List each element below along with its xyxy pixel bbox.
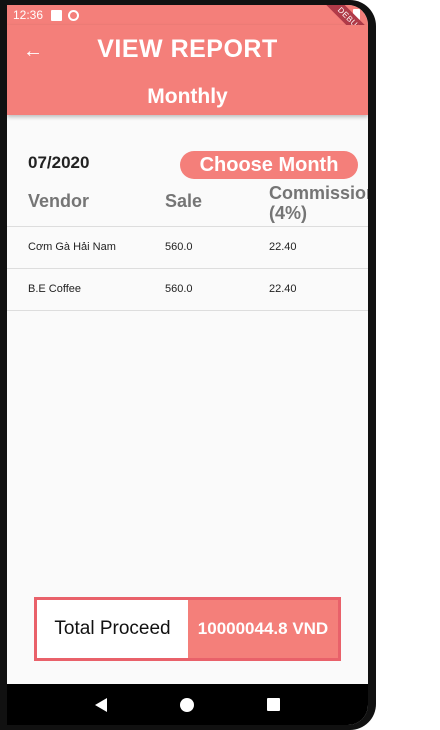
sd-card-icon [51, 9, 63, 21]
nav-back-icon[interactable] [95, 697, 108, 712]
app-screen: 12:36 DEBUG ← VIEW REPORT Monthly 07/202… [7, 5, 368, 725]
status-bar: 12:36 DEBUG [7, 5, 368, 54]
page-title: VIEW REPORT [97, 35, 278, 63]
table-row: B.E Coffee 560.0 22.40 [7, 269, 368, 311]
cell-vendor: Cơm Gà Hải Nam [28, 241, 116, 253]
cell-vendor: B.E Coffee [28, 283, 81, 295]
table-row: Cơm Gà Hải Nam 560.0 22.40 [7, 227, 368, 269]
nav-recents-icon[interactable] [266, 698, 280, 711]
page-subtitle: Monthly [147, 85, 228, 108]
report-table: Vendor Sale Commission (4%) Cơm Gà Hải N… [7, 183, 368, 311]
phone-frame: 12:36 DEBUG ← VIEW REPORT Monthly 07/202… [0, 0, 376, 730]
nav-home-icon[interactable] [179, 697, 194, 712]
total-proceed-label: Total Proceed [37, 600, 188, 658]
column-header-sale: Sale [165, 191, 203, 211]
choose-month-button[interactable]: Choose Month [180, 151, 358, 179]
cell-commission: 22.40 [269, 283, 297, 295]
month-selector: 07/2020 Choose Month [7, 145, 368, 185]
status-time: 12:36 [13, 8, 44, 22]
selected-month: 07/2020 [28, 153, 90, 172]
column-header-vendor: Vendor [28, 191, 90, 211]
total-proceed-value: 10000044.8 VND [188, 600, 338, 658]
cell-sale: 560.0 [165, 283, 193, 295]
cell-sale: 560.0 [165, 241, 193, 253]
system-nav-bar [7, 684, 368, 725]
app-bar: ← VIEW REPORT Monthly [7, 25, 368, 115]
cell-commission: 22.40 [269, 241, 297, 253]
sync-icon [68, 9, 80, 21]
column-header-commission: Commission (4%) [269, 183, 368, 223]
total-proceed-box: Total Proceed 10000044.8 VND [34, 597, 341, 661]
table-header: Vendor Sale Commission (4%) [7, 183, 368, 227]
